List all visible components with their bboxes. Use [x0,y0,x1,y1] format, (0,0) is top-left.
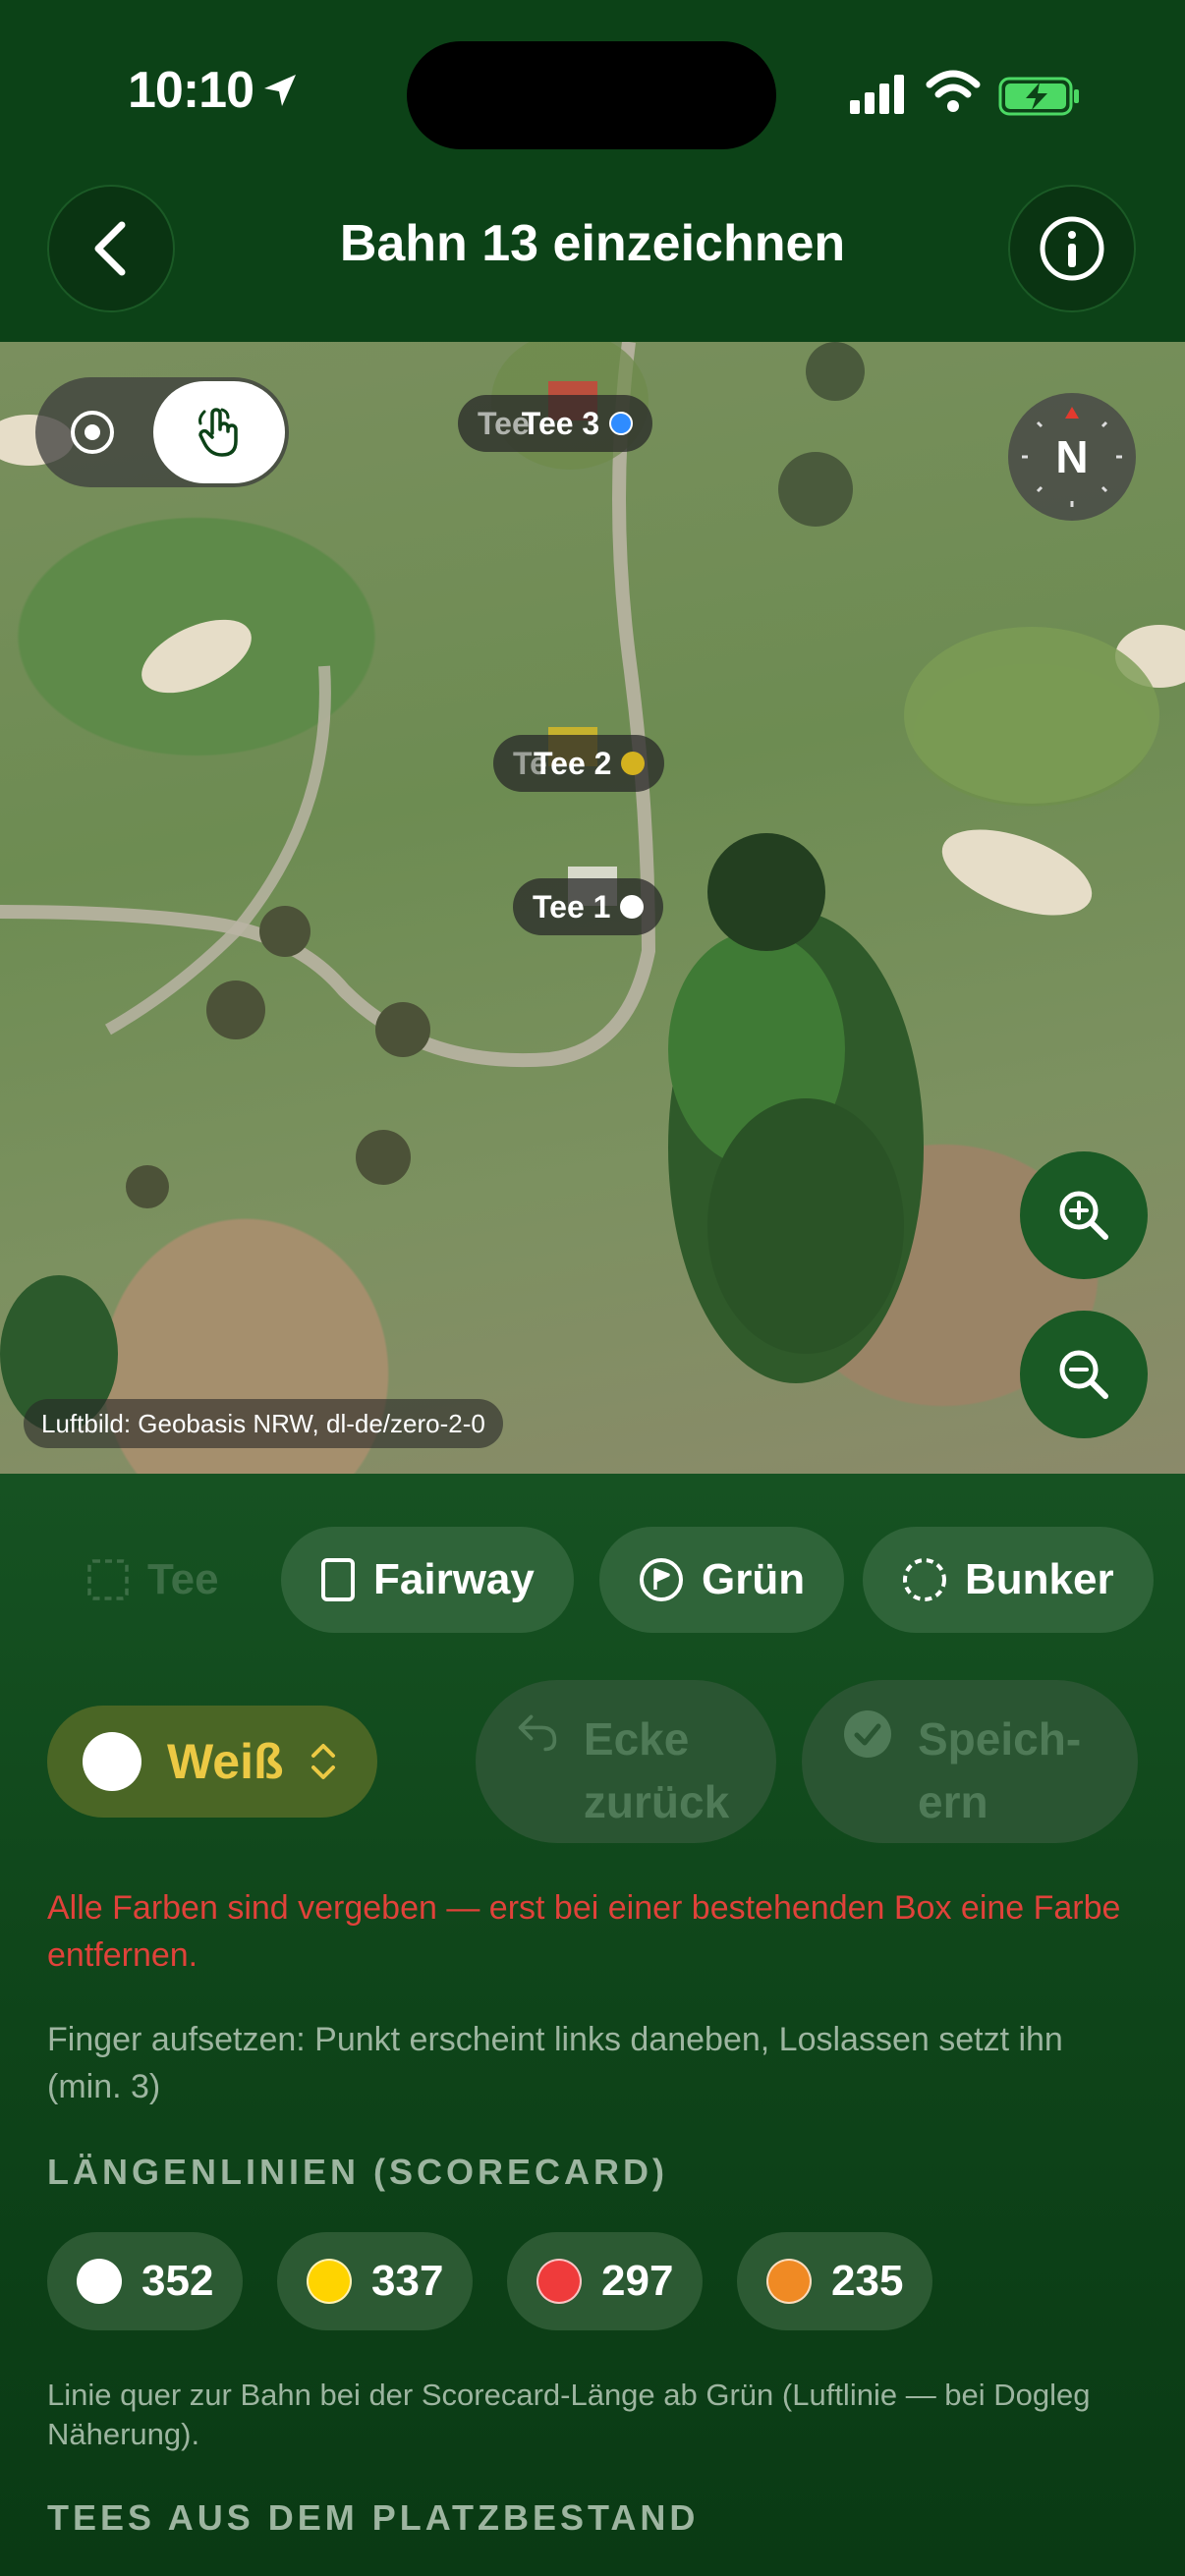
shape-chip-gruen[interactable]: Grün [599,1527,845,1633]
shape-chip-tee[interactable]: Tee [47,1527,258,1633]
length-color-dot [307,2259,352,2304]
info-icon [1040,216,1104,281]
length-value: 352 [141,2257,214,2305]
undo-corner-label-line2: zurück [583,1776,730,1827]
cellular-signal-icon [850,75,904,114]
battery-charging-icon [998,77,1079,116]
tee-3-color-dot [609,412,634,435]
rectangle-icon [321,1558,355,1601]
tee-1-text: Tee 1 [533,888,611,924]
length-value: 337 [371,2257,444,2305]
hint-message: Finger aufsetzen: Punkt erscheint links … [47,2021,1063,2105]
aerial-map[interactable]: N Tee Tee 3 Te Tee 2 Tee 1 Luftbild: Geo… [0,342,1185,1474]
selected-color-label: Weiß [167,1734,284,1789]
save-label: Speich- ern [918,1708,1085,1833]
zoom-out-button[interactable] [1020,1311,1148,1438]
status-time: 10:10 [128,62,254,119]
tee-color-select[interactable]: Weiß [47,1706,377,1818]
tee-3-ghost-text: Tee [478,405,530,441]
zoom-out-icon [1059,1350,1108,1399]
compass-north-label: N [1055,431,1089,482]
tee-3-text: Tee 3 [521,405,600,441]
compass-button[interactable]: N [1008,393,1136,521]
length-pill-white[interactable]: 352 [47,2232,244,2330]
undo-corner-label-line1: Ecke [583,1713,690,1764]
locate-mode-button[interactable] [65,405,120,460]
length-color-dot [766,2259,812,2304]
shape-chip-fairway[interactable]: Fairway [281,1527,574,1633]
save-button[interactable]: Speich- ern [802,1680,1138,1843]
chevron-left-icon [94,221,126,276]
interaction-mode-toggle[interactable] [35,377,289,487]
drawing-panel: Tee Fairway Grün Bunker Weiß Ecke zurück… [0,1474,1185,2576]
length-value: 297 [601,2257,674,2305]
length-color-dot [536,2259,582,2304]
length-lines-note: Linie quer zur Bahn bei der Scorecard-Lä… [47,2378,1091,2451]
draw-mode-button[interactable] [153,381,285,483]
tee-2-label[interactable]: Te Tee 2 [493,735,665,792]
length-pill-yellow[interactable]: 337 [277,2232,474,2330]
save-label-line1: Speich- [918,1713,1082,1764]
location-arrow-icon [264,75,296,106]
back-button[interactable] [47,185,175,312]
wifi-icon [926,70,981,112]
chevron-up-down-icon [310,1744,335,1779]
top-bar: 10:10 Bahn 13 einzeichnen [0,0,1185,342]
tee-3-label[interactable]: Tee Tee 3 [458,395,653,452]
zoom-in-icon [1059,1191,1108,1240]
error-message: Alle Farben sind vergeben — erst bei ein… [47,1889,1121,1974]
length-lines-heading: LÄNGENLINIEN (SCORECARD) [47,2152,668,2192]
selected-color-swatch [83,1732,141,1791]
shape-chip-bunker-label: Bunker [965,1555,1114,1603]
undo-corner-button[interactable]: Ecke zurück [476,1680,776,1843]
length-pill-red[interactable]: 297 [507,2232,704,2330]
tee-1-label[interactable]: Tee 1 [513,878,664,935]
length-value: 235 [831,2257,904,2305]
length-pill-orange[interactable]: 235 [737,2232,933,2330]
shape-chip-bunker[interactable]: Bunker [863,1527,1154,1633]
dashed-square-icon [87,1559,129,1600]
info-button[interactable] [1008,185,1136,312]
length-color-dot [77,2259,122,2304]
tee-2-ghost-text: Te [513,745,547,781]
zoom-in-button[interactable] [1020,1151,1148,1279]
checkmark-circle-icon [844,1710,891,1758]
shape-chip-tee-label: Tee [147,1555,219,1603]
target-icon [71,411,114,454]
undo-arrow-icon [518,1714,557,1752]
dashed-circle-icon [903,1558,946,1601]
flag-icon [640,1558,683,1601]
map-attribution: Luftbild: Geobasis NRW, dl-de/zero-2-0 [24,1399,503,1448]
tees-heading: TEES AUS DEM PLATZBESTAND [47,2497,700,2538]
shape-chip-gruen-label: Grün [702,1555,806,1603]
undo-corner-label: Ecke zurück [584,1708,737,1833]
shape-chip-fairway-label: Fairway [373,1555,535,1603]
hand-pointer-icon [198,408,238,457]
save-label-line2: ern [918,1776,988,1827]
dynamic-island [407,41,776,149]
tee-1-color-dot [620,895,645,919]
page-title: Bahn 13 einzeichnen [339,215,846,272]
tee-2-color-dot [621,752,646,775]
